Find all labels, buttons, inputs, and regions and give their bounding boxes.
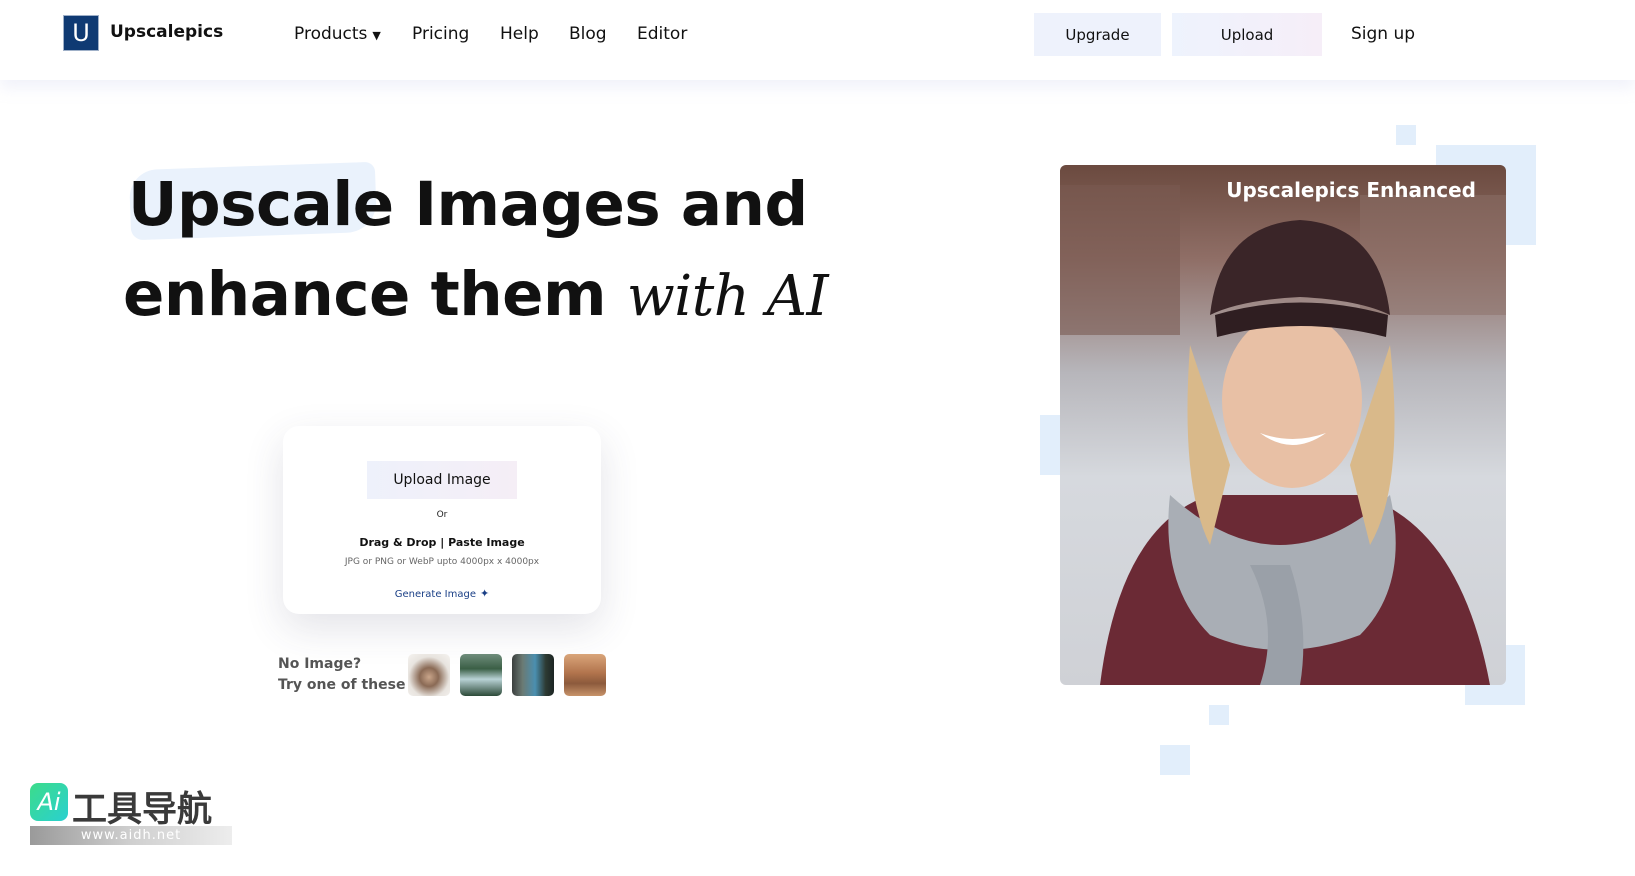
logo-icon[interactable]: U [63,15,99,51]
deco-square [1396,125,1416,145]
hero-headline: Upscale Images and enhance them with AI [123,160,829,342]
sample-prompt: No Image? Try one of these : [278,654,416,696]
watermark-badge-icon: Ai [30,783,68,821]
formats-text: JPG or PNG or WebP upto 4000px x 4000px [344,557,540,567]
nav-editor[interactable]: Editor [637,24,687,44]
enhanced-preview-image: Upscalepics Enhanced [1060,165,1506,685]
headline-line1-rest: Images and [414,169,808,240]
signup-link[interactable]: Sign up [1351,24,1415,44]
headline-line-1: Upscale Images and [128,160,828,250]
sample-thumbnail-1[interactable] [408,654,450,696]
generate-image-label: Generate Image [394,589,476,600]
sparkle-icon: ✦ [479,587,490,600]
upload-button[interactable]: Upload [1172,13,1322,56]
deco-square [1160,745,1190,775]
watermark-url: www.aidh.net [30,826,232,845]
sample-prompt-line-1: No Image? [278,656,362,672]
upgrade-button[interactable]: Upgrade [1034,13,1161,56]
nav-pricing[interactable]: Pricing [412,24,469,44]
nav-help[interactable]: Help [500,24,539,44]
sample-prompt-line-2: Try one of these : [278,677,416,693]
generate-image-link[interactable]: Generate Image ✦ [283,587,601,600]
sample-thumbnail-3[interactable] [512,654,554,696]
caret-down-icon: ▼ [372,29,381,42]
drag-drop-text: Drag & Drop | Paste Image [359,536,525,549]
upload-card[interactable]: Upload Image Or Drag & Drop | Paste Imag… [283,426,601,614]
headline-line2-main: enhance them [123,259,607,330]
sample-thumbnail-4[interactable] [564,654,606,696]
upload-image-button[interactable]: Upload Image [367,461,517,499]
portrait-illustration [1060,185,1506,685]
headline-highlight-word: Upscale [128,169,394,240]
nav-products-label: Products [294,24,368,44]
nav-products[interactable]: Products ▼ [294,24,381,44]
headline-line-2: enhance them with AI [123,250,829,342]
watermark: Ai 工具导航 www.aidh.net [30,783,232,845]
nav-blog[interactable]: Blog [569,24,607,44]
headline-script-text: with AI [626,264,829,329]
watermark-title: 工具导航 [72,790,213,830]
deco-square [1209,705,1229,725]
brand-name[interactable]: Upscalepics [110,22,223,42]
sample-thumbnail-2[interactable] [460,654,502,696]
enhanced-label: Upscalepics Enhanced [1226,178,1476,202]
or-divider-text: Or [436,510,448,520]
top-navbar: U Upscalepics Products ▼ Pricing Help Blo… [0,0,1635,80]
